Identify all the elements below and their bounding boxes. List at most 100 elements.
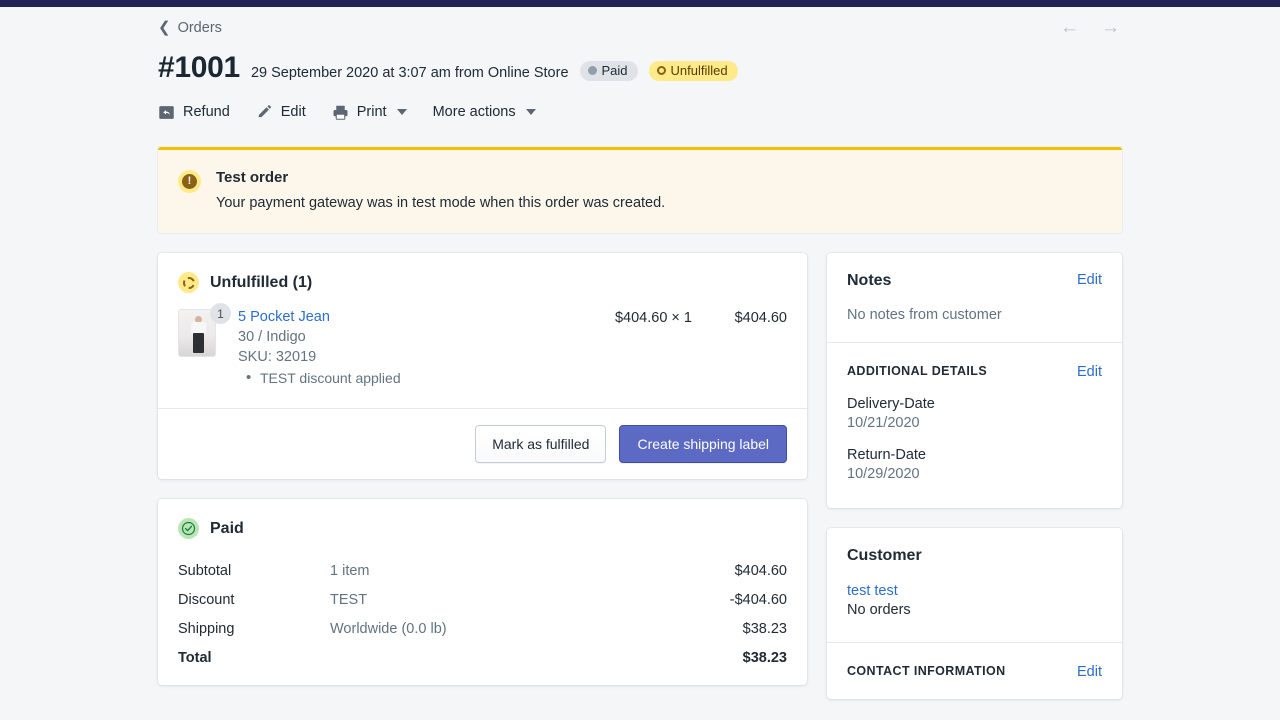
create-shipping-label-button[interactable]: Create shipping label bbox=[619, 425, 787, 463]
detail-value: 10/29/2020 bbox=[847, 466, 1102, 482]
contact-information-edit-link[interactable]: Edit bbox=[1077, 664, 1102, 680]
ring-icon bbox=[657, 66, 666, 75]
line-total: $404.60 bbox=[692, 309, 787, 326]
exclamation-icon: ! bbox=[178, 170, 201, 193]
product-sku: SKU: 32019 bbox=[238, 349, 562, 365]
arrow-left-icon[interactable]: ← bbox=[1060, 18, 1079, 37]
breadcrumb-label: Orders bbox=[178, 20, 222, 36]
totals-value: $404.60 bbox=[667, 563, 787, 579]
breadcrumb[interactable]: ❮ Orders bbox=[158, 20, 222, 36]
image-detail bbox=[193, 333, 204, 353]
payment-card: Paid Subtotal 1 item $404.60 Discount TE… bbox=[158, 499, 807, 685]
content-columns: Unfulfilled (1) 1 5 Pocket Jean bbox=[158, 253, 1122, 719]
chevron-left-icon: ❮ bbox=[158, 20, 171, 35]
customer-card: Customer test test No orders CONTACT INF… bbox=[827, 528, 1122, 699]
totals-label: Shipping bbox=[178, 621, 330, 637]
arrow-right-icon[interactable]: → bbox=[1101, 18, 1120, 37]
fulfillment-actions: Mark as fulfilled Create shipping label bbox=[158, 409, 807, 479]
breadcrumb-row: ❮ Orders ← → bbox=[158, 7, 1122, 39]
order-title-row: #1001 29 September 2020 at 3:07 am from … bbox=[158, 51, 1122, 85]
fulfillment-header: Unfulfilled (1) bbox=[178, 272, 787, 293]
totals-label: Discount bbox=[178, 592, 330, 608]
refund-icon bbox=[158, 104, 175, 121]
status-badge-paid-label: Paid bbox=[602, 63, 628, 78]
contact-information-header: CONTACT INFORMATION Edit bbox=[847, 664, 1102, 680]
detail-key: Delivery-Date bbox=[847, 396, 1102, 412]
totals-desc: 1 item bbox=[330, 563, 667, 579]
order-pagination: ← → bbox=[1060, 18, 1122, 37]
payment-header: Paid bbox=[178, 518, 787, 539]
totals-desc: Worldwide (0.0 lb) bbox=[330, 621, 667, 637]
totals-value: $38.23 bbox=[667, 650, 787, 666]
page-title: #1001 bbox=[158, 51, 240, 85]
status-badge-unfulfilled: Unfulfilled bbox=[649, 61, 738, 81]
payment-title: Paid bbox=[210, 520, 244, 538]
banner-title: Test order bbox=[216, 169, 665, 186]
status-badge-unfulfilled-label: Unfulfilled bbox=[671, 63, 728, 78]
printer-icon bbox=[332, 104, 349, 121]
refund-button[interactable]: Refund bbox=[158, 104, 230, 121]
product-name-link[interactable]: 5 Pocket Jean bbox=[238, 309, 562, 325]
totals-row: Shipping Worldwide (0.0 lb) $38.23 bbox=[178, 621, 787, 637]
totals-row: Subtotal 1 item $404.60 bbox=[178, 563, 787, 579]
totals-table: Subtotal 1 item $404.60 Discount TEST -$… bbox=[178, 563, 787, 666]
notes-card: Notes Edit No notes from customer ADDITI… bbox=[827, 253, 1122, 508]
fulfillment-title: Unfulfilled (1) bbox=[210, 274, 312, 292]
additional-details-header: ADDITIONAL DETAILS Edit bbox=[847, 364, 1102, 380]
product-thumbnail-wrap: 1 bbox=[178, 309, 238, 357]
totals-label: Subtotal bbox=[178, 563, 330, 579]
print-label: Print bbox=[357, 104, 387, 120]
quantity-badge: 1 bbox=[210, 303, 231, 324]
totals-desc bbox=[330, 650, 667, 666]
customer-name-link[interactable]: test test bbox=[847, 583, 1102, 599]
customer-info: test test No orders bbox=[847, 583, 1102, 618]
top-nav-bar bbox=[0, 0, 1280, 7]
contact-information-title: CONTACT INFORMATION bbox=[847, 664, 1006, 678]
product-variant: 30 / Indigo bbox=[238, 329, 562, 345]
additional-detail-field: Return-Date 10/29/2020 bbox=[847, 447, 1102, 482]
totals-row: Total $38.23 bbox=[178, 650, 787, 666]
notes-empty-text: No notes from customer bbox=[847, 307, 1102, 323]
totals-value: -$404.60 bbox=[667, 592, 787, 608]
mark-as-fulfilled-button[interactable]: Mark as fulfilled bbox=[475, 425, 606, 463]
unfulfilled-icon bbox=[178, 272, 199, 293]
order-meta: 29 September 2020 at 3:07 am from Online… bbox=[251, 65, 569, 81]
banner-text: Your payment gateway was in test mode wh… bbox=[216, 195, 665, 211]
order-detail-page: ❮ Orders ← → #1001 29 September 2020 at … bbox=[0, 7, 1280, 719]
sidebar-column: Notes Edit No notes from customer ADDITI… bbox=[827, 253, 1122, 719]
edit-label: Edit bbox=[281, 104, 306, 120]
more-actions-label: More actions bbox=[433, 104, 516, 120]
notes-header: Notes Edit bbox=[847, 272, 1102, 290]
dot-icon bbox=[588, 66, 597, 75]
check-circle-icon bbox=[178, 518, 199, 539]
detail-key: Return-Date bbox=[847, 447, 1102, 463]
notes-edit-link[interactable]: Edit bbox=[1077, 272, 1102, 288]
discount-note: TEST discount applied bbox=[238, 370, 562, 386]
exclamation-glyph: ! bbox=[182, 174, 197, 189]
print-button[interactable]: Print bbox=[332, 104, 407, 121]
main-column: Unfulfilled (1) 1 5 Pocket Jean bbox=[158, 253, 807, 705]
customer-header: Customer bbox=[847, 547, 1102, 565]
pencil-icon bbox=[256, 104, 273, 121]
chevron-down-icon bbox=[526, 109, 536, 115]
notes-title: Notes bbox=[847, 272, 891, 290]
totals-value: $38.23 bbox=[667, 621, 787, 637]
test-order-banner: ! Test order Your payment gateway was in… bbox=[158, 147, 1122, 233]
fulfillment-card: Unfulfilled (1) 1 5 Pocket Jean bbox=[158, 253, 807, 479]
additional-details-edit-link[interactable]: Edit bbox=[1077, 364, 1102, 380]
refund-label: Refund bbox=[183, 104, 230, 120]
line-item: 1 5 Pocket Jean 30 / Indigo SKU: 32019 T… bbox=[158, 293, 807, 408]
dashed-ring-icon bbox=[183, 277, 195, 289]
additional-detail-field: Delivery-Date 10/21/2020 bbox=[847, 396, 1102, 431]
additional-details-title: ADDITIONAL DETAILS bbox=[847, 364, 987, 378]
totals-label: Total bbox=[178, 650, 330, 666]
customer-title: Customer bbox=[847, 547, 922, 565]
status-badge-paid: Paid bbox=[580, 61, 638, 81]
detail-value: 10/21/2020 bbox=[847, 415, 1102, 431]
more-actions-button[interactable]: More actions bbox=[433, 104, 536, 120]
customer-orders-count: No orders bbox=[847, 602, 1102, 618]
totals-desc: TEST bbox=[330, 592, 667, 608]
edit-button[interactable]: Edit bbox=[256, 104, 306, 121]
unit-price: $404.60 × 1 bbox=[562, 309, 692, 326]
chevron-down-icon bbox=[397, 109, 407, 115]
